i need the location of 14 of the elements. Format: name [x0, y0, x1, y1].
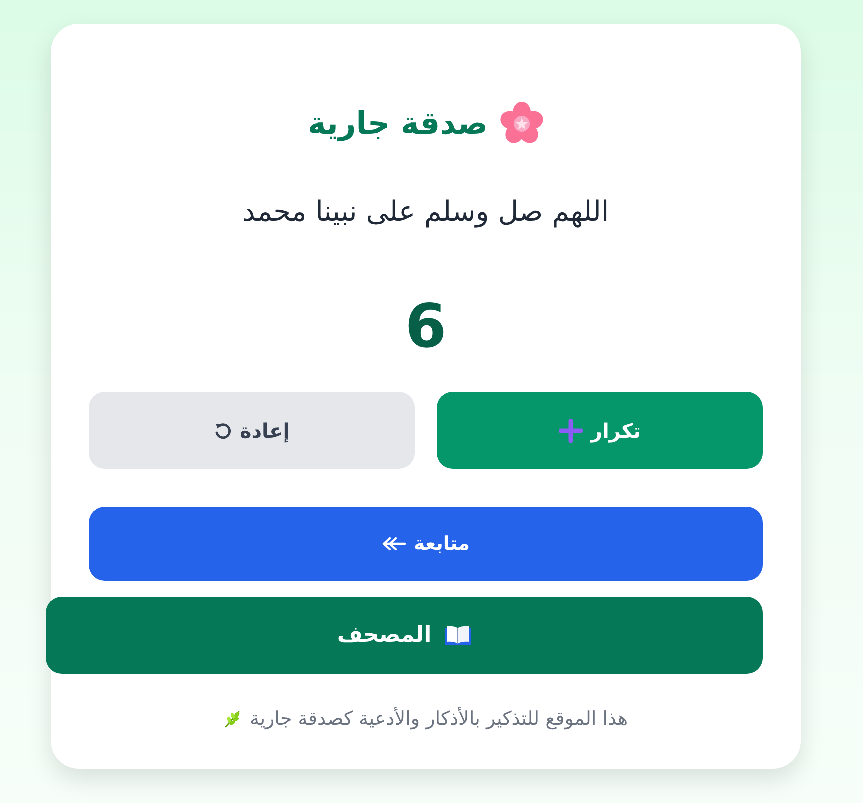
rotate-arrow-icon [214, 422, 232, 440]
book-icon [444, 624, 472, 648]
herb-icon [224, 710, 242, 728]
plus-icon [559, 418, 584, 442]
footer-text: هذا الموقع للتذكير بالأذكار والأدعية كصدقة جارية [250, 707, 628, 731]
flower-icon [500, 102, 544, 146]
page-title: صدقة جارية [308, 105, 488, 144]
dhikr-text: اللهم صل وسلم على نبينا محمد [242, 196, 610, 228]
double-arrow-icon [382, 537, 406, 551]
repeat-button[interactable]: تكرار [437, 392, 763, 469]
mushaf-button[interactable]: المصحف [46, 597, 763, 674]
continue-button[interactable]: متابعة [89, 507, 763, 581]
counter-value: 6 [405, 291, 447, 363]
reset-button[interactable]: إعادة [89, 392, 415, 469]
